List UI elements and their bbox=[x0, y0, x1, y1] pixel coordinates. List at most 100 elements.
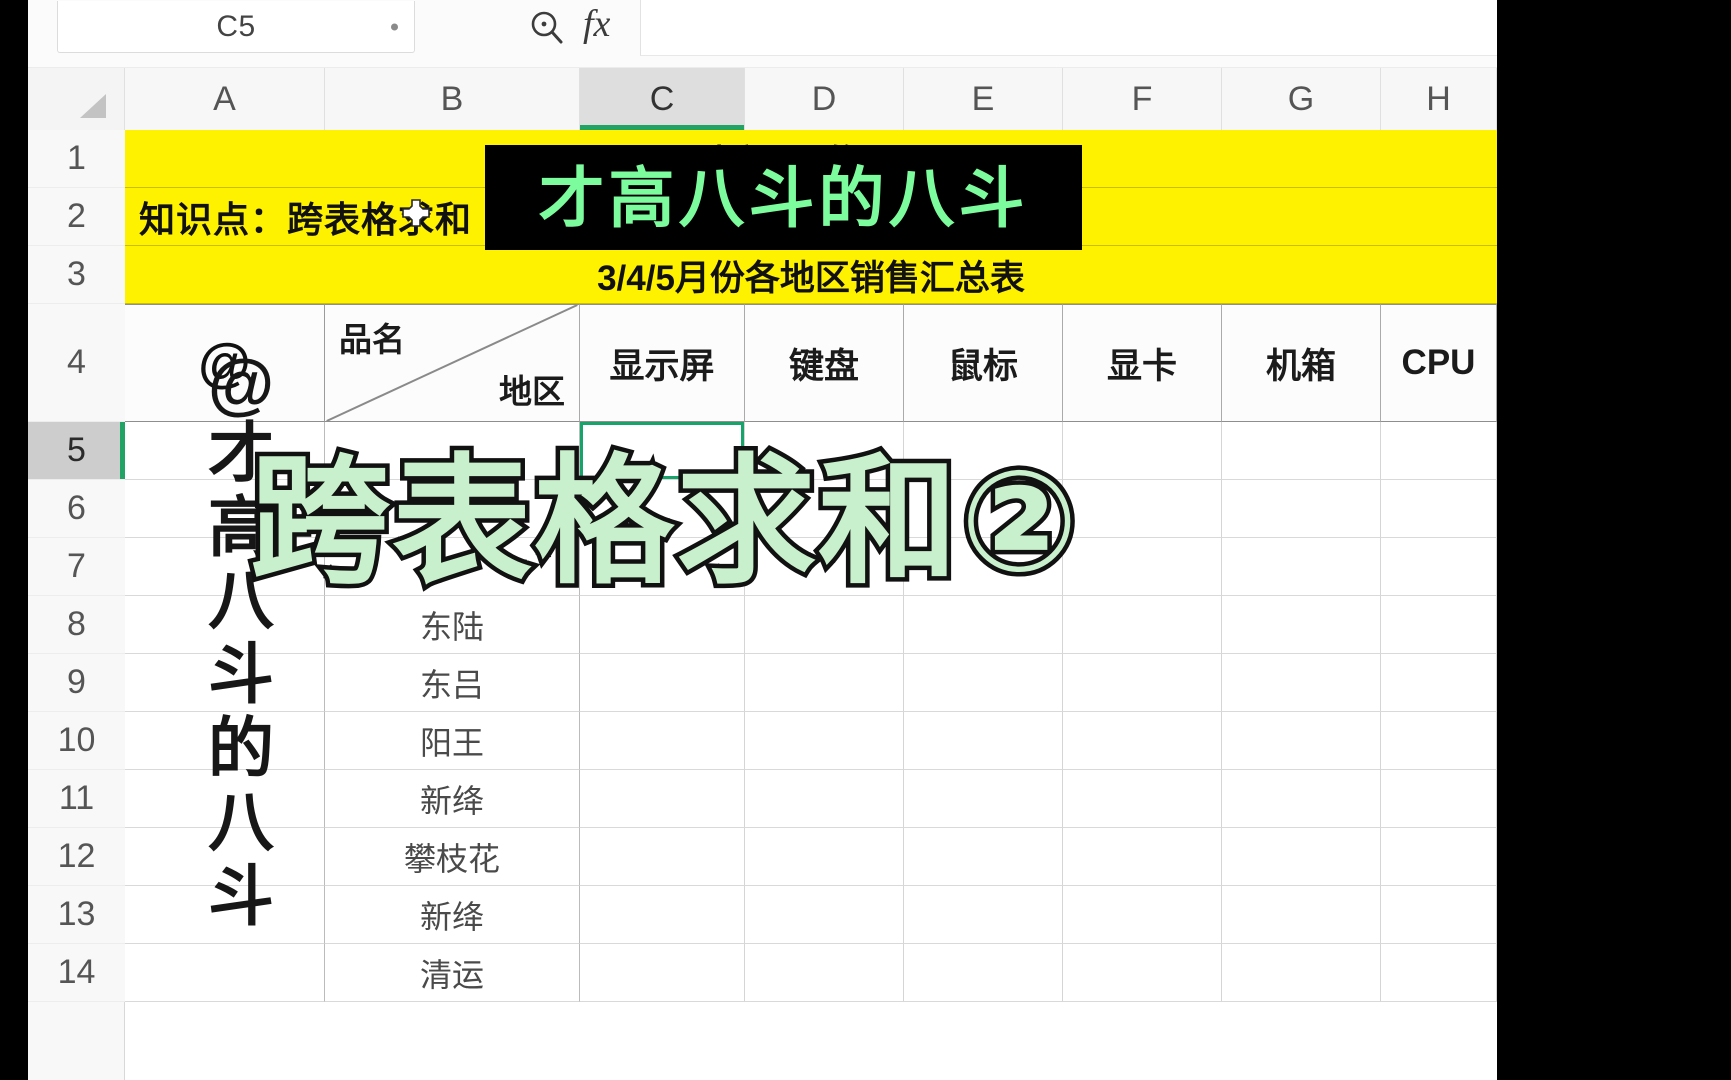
data-cell-d9[interactable] bbox=[745, 654, 904, 712]
data-cell-f6[interactable] bbox=[1063, 480, 1222, 538]
data-cell-e5[interactable] bbox=[904, 422, 1063, 480]
data-cell-e10[interactable] bbox=[904, 712, 1063, 770]
row-header-6[interactable]: 6 bbox=[28, 480, 125, 538]
row-header-9[interactable]: 9 bbox=[28, 654, 125, 712]
data-cell-h7[interactable] bbox=[1381, 538, 1497, 596]
data-cell-h6[interactable] bbox=[1381, 480, 1497, 538]
data-cell-d12[interactable] bbox=[745, 828, 904, 886]
column-header-c[interactable]: C bbox=[580, 68, 745, 130]
data-cell-a11[interactable] bbox=[125, 770, 325, 828]
data-cell-c14[interactable] bbox=[580, 944, 745, 1002]
data-cell-a10[interactable] bbox=[125, 712, 325, 770]
data-cell-b7[interactable] bbox=[325, 538, 580, 596]
data-cell-h11[interactable] bbox=[1381, 770, 1497, 828]
data-cell-f9[interactable] bbox=[1063, 654, 1222, 712]
data-cell-g13[interactable] bbox=[1222, 886, 1381, 944]
row-header-5[interactable]: 5 bbox=[28, 422, 125, 480]
data-cell-a6[interactable] bbox=[125, 480, 325, 538]
data-cell-e12[interactable] bbox=[904, 828, 1063, 886]
column-header-d[interactable]: D bbox=[745, 68, 904, 130]
data-cell-f14[interactable] bbox=[1063, 944, 1222, 1002]
row-header-10[interactable]: 10 bbox=[28, 712, 125, 770]
data-cell-e7[interactable] bbox=[904, 538, 1063, 596]
data-cell-a12[interactable] bbox=[125, 828, 325, 886]
row-header-11[interactable]: 11 bbox=[28, 770, 125, 828]
data-cell-b8[interactable]: 东陆 bbox=[325, 596, 580, 654]
data-cell-c6[interactable] bbox=[580, 480, 745, 538]
data-cell-d5[interactable] bbox=[745, 422, 904, 480]
data-cell-f12[interactable] bbox=[1063, 828, 1222, 886]
data-cell-g5[interactable] bbox=[1222, 422, 1381, 480]
header-cell-c4[interactable]: 显示屏 bbox=[580, 304, 745, 422]
data-cell-e8[interactable] bbox=[904, 596, 1063, 654]
header-cell-b4[interactable]: 品名 地区 bbox=[325, 304, 580, 422]
data-cell-f13[interactable] bbox=[1063, 886, 1222, 944]
data-cell-b13[interactable]: 新绛 bbox=[325, 886, 580, 944]
data-cell-c7[interactable] bbox=[580, 538, 745, 596]
data-cell-e11[interactable] bbox=[904, 770, 1063, 828]
data-cell-g14[interactable] bbox=[1222, 944, 1381, 1002]
data-cell-b11[interactable]: 新绛 bbox=[325, 770, 580, 828]
formula-input[interactable] bbox=[640, 0, 1497, 56]
data-cell-d11[interactable] bbox=[745, 770, 904, 828]
row-header-7[interactable]: 7 bbox=[28, 538, 125, 596]
data-cell-h8[interactable] bbox=[1381, 596, 1497, 654]
data-cell-f8[interactable] bbox=[1063, 596, 1222, 654]
row-header-3[interactable]: 3 bbox=[28, 246, 125, 304]
data-cell-g7[interactable] bbox=[1222, 538, 1381, 596]
row-header-13[interactable]: 13 bbox=[28, 886, 125, 944]
data-cell-g10[interactable] bbox=[1222, 712, 1381, 770]
data-cell-d14[interactable] bbox=[745, 944, 904, 1002]
data-cell-h10[interactable] bbox=[1381, 712, 1497, 770]
data-cell-c11[interactable] bbox=[580, 770, 745, 828]
data-cell-b6[interactable] bbox=[325, 480, 580, 538]
header-cell-e4[interactable]: 鼠标 bbox=[904, 304, 1063, 422]
row-header-2[interactable]: 2 bbox=[28, 188, 125, 246]
column-header-a[interactable]: A bbox=[125, 68, 325, 130]
data-cell-h9[interactable] bbox=[1381, 654, 1497, 712]
data-cell-d10[interactable] bbox=[745, 712, 904, 770]
row-header-8[interactable]: 8 bbox=[28, 596, 125, 654]
data-cell-e6[interactable] bbox=[904, 480, 1063, 538]
data-cell-d6[interactable] bbox=[745, 480, 904, 538]
data-cell-h13[interactable] bbox=[1381, 886, 1497, 944]
chevron-down-icon[interactable] bbox=[391, 23, 398, 30]
data-cell-h12[interactable] bbox=[1381, 828, 1497, 886]
data-cell-c13[interactable] bbox=[580, 886, 745, 944]
data-cell-h14[interactable] bbox=[1381, 944, 1497, 1002]
search-icon[interactable] bbox=[525, 6, 567, 48]
select-all-corner[interactable] bbox=[28, 68, 125, 130]
data-cell-g12[interactable] bbox=[1222, 828, 1381, 886]
data-cell-a8[interactable] bbox=[125, 596, 325, 654]
header-cell-a4[interactable]: @ bbox=[125, 304, 325, 422]
data-cell-d7[interactable] bbox=[745, 538, 904, 596]
data-cell-d13[interactable] bbox=[745, 886, 904, 944]
data-cell-a9[interactable] bbox=[125, 654, 325, 712]
data-cell-b10[interactable]: 阳王 bbox=[325, 712, 580, 770]
header-cell-d4[interactable]: 键盘 bbox=[745, 304, 904, 422]
data-cell-b5[interactable] bbox=[325, 422, 580, 480]
data-cell-g8[interactable] bbox=[1222, 596, 1381, 654]
row-header-1[interactable]: 1 bbox=[28, 130, 125, 188]
data-cell-e14[interactable] bbox=[904, 944, 1063, 1002]
data-cell-g11[interactable] bbox=[1222, 770, 1381, 828]
data-cell-b14[interactable]: 清运 bbox=[325, 944, 580, 1002]
data-cell-c8[interactable] bbox=[580, 596, 745, 654]
data-cell-f10[interactable] bbox=[1063, 712, 1222, 770]
data-cell-a14[interactable] bbox=[125, 944, 325, 1002]
row-header-12[interactable]: 12 bbox=[28, 828, 125, 886]
data-cell-g6[interactable] bbox=[1222, 480, 1381, 538]
column-header-b[interactable]: B bbox=[325, 68, 580, 130]
row-header-14[interactable]: 14 bbox=[28, 944, 125, 1002]
data-cell-h5[interactable] bbox=[1381, 422, 1497, 480]
data-cell-f7[interactable] bbox=[1063, 538, 1222, 596]
header-cell-f4[interactable]: 显卡 bbox=[1063, 304, 1222, 422]
header-cell-g4[interactable]: 机箱 bbox=[1222, 304, 1381, 422]
data-cell-g9[interactable] bbox=[1222, 654, 1381, 712]
column-header-e[interactable]: E bbox=[904, 68, 1063, 130]
header-cell-h4[interactable]: CPU bbox=[1381, 304, 1497, 422]
data-cell-f5[interactable] bbox=[1063, 422, 1222, 480]
data-cell-a5[interactable] bbox=[125, 422, 325, 480]
column-header-f[interactable]: F bbox=[1063, 68, 1222, 130]
data-cell-c5[interactable] bbox=[580, 422, 745, 480]
